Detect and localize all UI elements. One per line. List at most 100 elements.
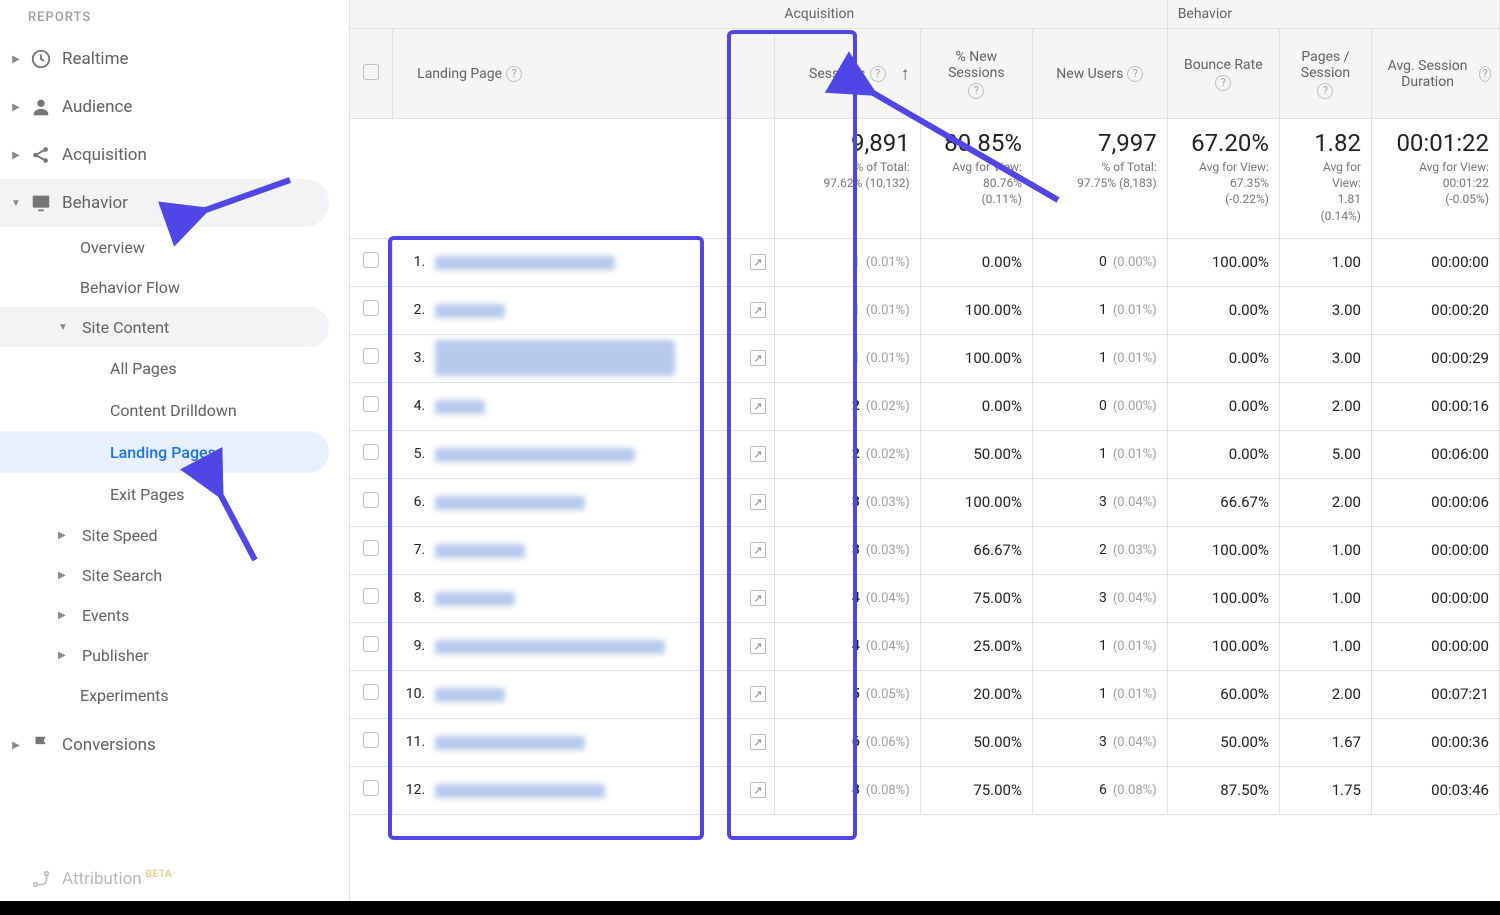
column-header-pct-new-sessions[interactable]: % New Sessions ? [920, 29, 1032, 119]
cell-pages-per-session: 1.00 [1279, 238, 1371, 286]
cell-pages-per-session: 1.67 [1279, 718, 1371, 766]
landing-page-link-redacted[interactable] [435, 736, 585, 750]
row-checkbox[interactable] [350, 430, 393, 478]
landing-page-cell[interactable]: 1. [393, 238, 775, 286]
cell-avg-session-duration: 00:00:20 [1371, 286, 1499, 334]
sidebar-item-behavior[interactable]: ▼ Behavior [0, 179, 329, 227]
sidebar-item-exit-pages[interactable]: Exit Pages [0, 473, 349, 515]
column-header-avg-session-duration[interactable]: Avg. Session Duration? [1371, 29, 1499, 119]
landing-page-link-redacted[interactable] [435, 688, 505, 702]
cell-bounce-rate: 66.67% [1167, 478, 1279, 526]
cell-pct-new-sessions: 66.67% [920, 526, 1032, 574]
sidebar-item-all-pages[interactable]: All Pages [0, 347, 349, 389]
sidebar-item-site-content[interactable]: ▼ Site Content [0, 307, 329, 347]
open-external-icon[interactable] [750, 446, 766, 462]
landing-page-cell[interactable]: 10. [393, 670, 775, 718]
cell-pages-per-session: 2.00 [1279, 478, 1371, 526]
landing-page-link-redacted[interactable] [435, 400, 485, 414]
landing-page-cell[interactable]: 11. [393, 718, 775, 766]
row-checkbox[interactable] [350, 286, 393, 334]
open-external-icon[interactable] [750, 302, 766, 318]
landing-page-link-redacted[interactable] [435, 304, 505, 318]
open-external-icon[interactable] [750, 350, 766, 366]
open-external-icon[interactable] [750, 398, 766, 414]
row-index: 5. [403, 446, 425, 462]
landing-page-cell[interactable]: 2. [393, 286, 775, 334]
help-icon[interactable]: ? [1127, 66, 1143, 82]
help-icon[interactable]: ? [1215, 75, 1231, 91]
open-external-icon[interactable] [750, 254, 766, 270]
sidebar-item-site-speed[interactable]: ▶ Site Speed [0, 515, 349, 555]
landing-page-link-redacted[interactable] [435, 544, 525, 558]
column-header-landing-page[interactable]: Landing Page ? [393, 29, 775, 119]
landing-page-link-redacted[interactable] [435, 496, 585, 510]
open-external-icon[interactable] [750, 686, 766, 702]
sidebar-item-landing-pages[interactable]: Landing Pages [0, 431, 329, 473]
row-checkbox[interactable] [350, 382, 393, 430]
landing-page-cell[interactable]: 8. [393, 574, 775, 622]
landing-page-cell[interactable]: 12. [393, 766, 775, 814]
help-icon[interactable]: ? [1479, 66, 1491, 82]
sidebar-item-acquisition[interactable]: ▶ Acquisition [0, 131, 349, 179]
select-all-checkbox[interactable] [350, 29, 393, 119]
sidebar-item-realtime[interactable]: ▶ Realtime [0, 35, 349, 83]
sidebar-item-conversions[interactable]: ▶ Conversions [0, 721, 349, 769]
landing-page-link-redacted[interactable] [435, 448, 635, 462]
beta-badge: BETA [146, 869, 173, 880]
column-header-pages-per-session[interactable]: Pages / Session ? [1279, 29, 1371, 119]
cell-pages-per-session: 2.00 [1279, 382, 1371, 430]
table-row: 4.2(0.02%)0.00%0(0.00%)0.00%2.0000:00:16 [350, 382, 1500, 430]
open-external-icon[interactable] [750, 638, 766, 654]
column-header-new-users[interactable]: New Users? [1032, 29, 1167, 119]
landing-page-link-redacted[interactable] [435, 592, 515, 606]
column-header-sessions[interactable]: Sessions? ↑ [774, 29, 920, 119]
landing-page-link-redacted[interactable] [435, 340, 675, 376]
open-external-icon[interactable] [750, 782, 766, 798]
landing-page-link-redacted[interactable] [435, 784, 605, 798]
sidebar-item-attribution[interactable]: AttributionBETA [0, 855, 349, 903]
cell-pages-per-session: 3.00 [1279, 286, 1371, 334]
landing-page-cell[interactable]: 6. [393, 478, 775, 526]
sidebar-item-content-drilldown[interactable]: Content Drilldown [0, 389, 349, 431]
help-icon[interactable]: ? [1317, 83, 1333, 99]
sidebar-item-behavior-flow[interactable]: Behavior Flow [0, 267, 349, 307]
sidebar-item-overview[interactable]: Overview [0, 227, 349, 267]
landing-page-cell[interactable]: 3. [393, 334, 775, 382]
cell-pages-per-session: 1.00 [1279, 526, 1371, 574]
open-external-icon[interactable] [750, 590, 766, 606]
help-icon[interactable]: ? [506, 66, 522, 82]
open-external-icon[interactable] [750, 542, 766, 558]
clock-icon [26, 48, 56, 70]
row-checkbox[interactable] [350, 766, 393, 814]
row-checkbox[interactable] [350, 526, 393, 574]
sidebar-item-publisher[interactable]: ▶ Publisher [0, 635, 349, 675]
landing-page-cell[interactable]: 4. [393, 382, 775, 430]
row-checkbox[interactable] [350, 670, 393, 718]
sidebar-label: Events [82, 606, 129, 625]
row-checkbox[interactable] [350, 574, 393, 622]
landing-page-cell[interactable]: 7. [393, 526, 775, 574]
help-icon[interactable]: ? [870, 66, 886, 82]
row-checkbox[interactable] [350, 478, 393, 526]
path-icon [26, 868, 56, 890]
column-header-bounce-rate[interactable]: Bounce Rate ? [1167, 29, 1279, 119]
open-external-icon[interactable] [750, 494, 766, 510]
caret-down-icon: ▼ [6, 198, 26, 209]
row-checkbox[interactable] [350, 718, 393, 766]
help-icon[interactable]: ? [968, 83, 984, 99]
sidebar-item-site-search[interactable]: ▶ Site Search [0, 555, 349, 595]
sidebar-item-events[interactable]: ▶ Events [0, 595, 349, 635]
landing-page-link-redacted[interactable] [435, 256, 615, 270]
row-checkbox[interactable] [350, 334, 393, 382]
cell-bounce-rate: 50.00% [1167, 718, 1279, 766]
landing-page-link-redacted[interactable] [435, 640, 665, 654]
row-checkbox[interactable] [350, 622, 393, 670]
summary-pct-new-sessions: 80.85% Avg for View: 80.76% (0.11%) [920, 119, 1032, 239]
landing-page-cell[interactable]: 5. [393, 430, 775, 478]
sidebar-item-audience[interactable]: ▶ Audience [0, 83, 349, 131]
landing-page-cell[interactable]: 9. [393, 622, 775, 670]
row-checkbox[interactable] [350, 238, 393, 286]
sidebar-item-experiments[interactable]: Experiments [0, 675, 349, 715]
cell-avg-session-duration: 00:00:00 [1371, 238, 1499, 286]
open-external-icon[interactable] [750, 734, 766, 750]
